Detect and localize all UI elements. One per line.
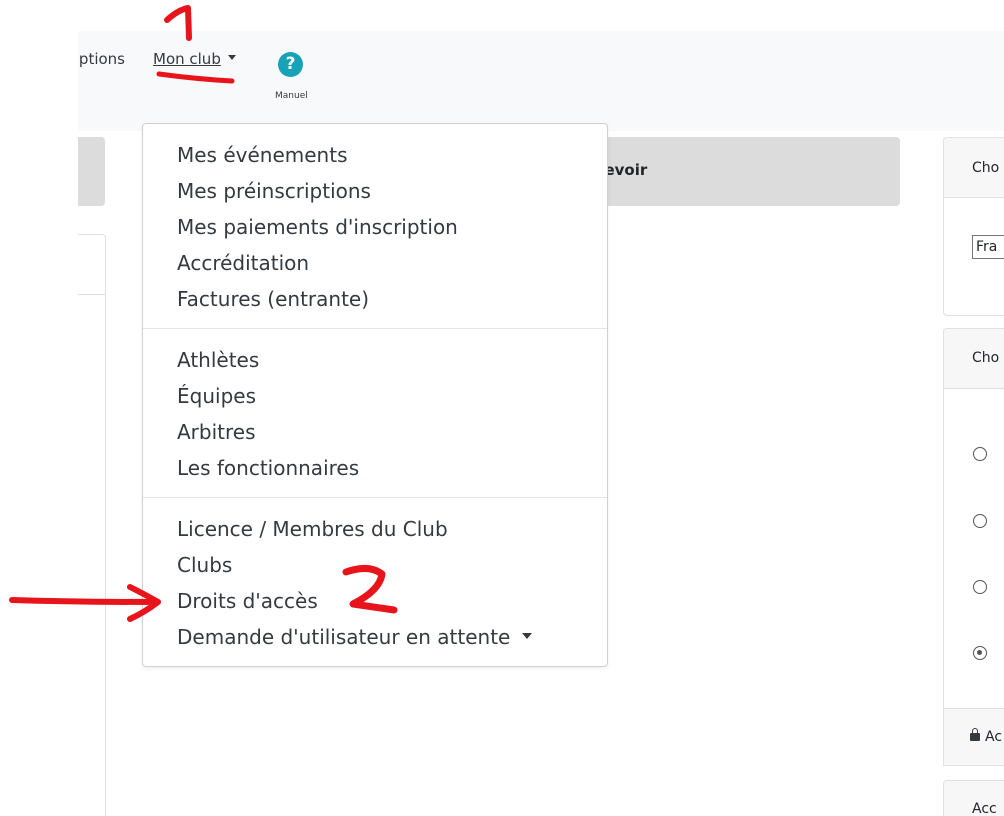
menu-item-factures[interactable]: Factures (entrante)	[177, 287, 369, 311]
nav-mon-club-toggle[interactable]: Mon club	[153, 50, 236, 68]
left-panel-header	[78, 137, 105, 206]
access-label: Ac	[985, 729, 1003, 745]
radio-option-1[interactable]	[973, 447, 987, 461]
radio-option-3[interactable]	[973, 580, 987, 594]
menu-divider	[143, 328, 607, 329]
left-card	[78, 234, 106, 816]
left-card-header	[78, 235, 105, 295]
lock-icon	[970, 728, 980, 741]
menu-item-athletes[interactable]: Athlètes	[177, 348, 259, 372]
menu-item-mes-paiements[interactable]: Mes paiements d'inscription	[177, 215, 458, 239]
help-icon[interactable]: ?	[278, 52, 303, 77]
choice-card-title: Cho	[944, 329, 1004, 389]
access-card-title: Acc	[943, 780, 1004, 816]
menu-item-accreditation[interactable]: Accréditation	[177, 251, 309, 275]
radio-option-4[interactable]	[973, 646, 987, 660]
caret-down-icon	[522, 632, 533, 639]
radio-option-2[interactable]	[973, 514, 987, 528]
menu-item-arbitres[interactable]: Arbitres	[177, 420, 256, 444]
menu-item-licence-membres[interactable]: Licence / Membres du Club	[177, 517, 448, 541]
menu-item-mes-evenements[interactable]: Mes événements	[177, 143, 348, 167]
choice-card: Cho	[943, 328, 1004, 728]
nav-mon-club-label: Mon club	[153, 50, 221, 68]
menu-item-fonctionnaires[interactable]: Les fonctionnaires	[177, 456, 359, 480]
access-row[interactable]: Ac	[943, 708, 1004, 766]
caret-down-icon	[227, 55, 236, 60]
menu-item-mes-preinscriptions[interactable]: Mes préinscriptions	[177, 179, 371, 203]
manual-label[interactable]: Manuel	[275, 91, 308, 101]
language-select[interactable]: Fra	[972, 235, 1004, 259]
top-navbar: Inscriptions Mon club ? Manuel	[78, 31, 1004, 131]
menu-item-equipes[interactable]: Équipes	[177, 384, 256, 408]
menu-item-demande-utilisateur[interactable]: Demande d'utilisateur en attente	[177, 625, 533, 649]
language-card: Cho Fra	[943, 137, 1004, 316]
menu-item-droits-acces[interactable]: Droits d'accès	[177, 589, 318, 613]
nav-inscriptions[interactable]: Inscriptions	[78, 50, 125, 68]
mon-club-dropdown-menu: Mes événements Mes préinscriptions Mes p…	[142, 123, 608, 667]
language-card-title: Cho	[944, 138, 1004, 198]
menu-item-demande-label: Demande d'utilisateur en attente	[177, 625, 511, 649]
menu-item-clubs[interactable]: Clubs	[177, 553, 232, 577]
menu-divider	[143, 497, 607, 498]
